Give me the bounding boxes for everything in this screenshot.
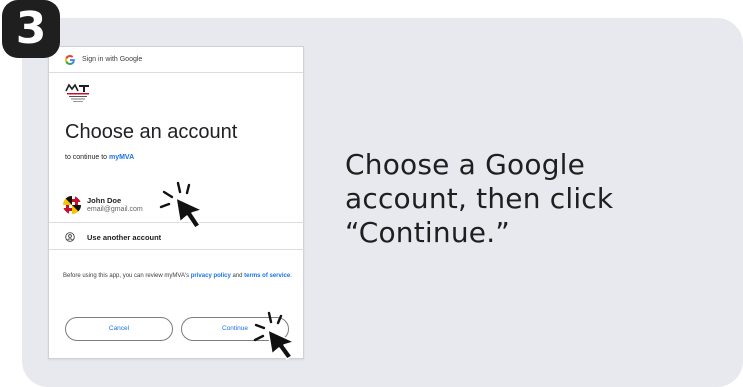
terms-of-service-link[interactable]: terms of service	[244, 273, 290, 279]
account-email: email@gmail.com	[87, 206, 143, 213]
dialog-subtitle: to continue to myMVA	[65, 154, 134, 161]
avatar	[63, 196, 81, 214]
step-number-badge: 3	[2, 0, 60, 58]
maryland-flag-avatar-icon	[63, 196, 81, 214]
legal-suffix: .	[290, 273, 292, 279]
account-name: John Doe	[87, 196, 122, 205]
cancel-button[interactable]: Cancel	[65, 317, 173, 341]
privacy-policy-link[interactable]: privacy policy	[191, 273, 231, 279]
google-g-icon	[65, 54, 75, 65]
click-cursor-icon	[159, 181, 203, 229]
instruction-text: Choose a Google account, then click “Con…	[345, 148, 614, 249]
click-cursor-icon	[253, 311, 295, 360]
dialog-header: Sign in with Google	[49, 47, 303, 73]
legal-prefix: Before using this app, you can review my…	[63, 273, 191, 279]
person-circle-icon	[65, 232, 75, 242]
dialog-title: Choose an account	[65, 121, 238, 143]
app-name-link[interactable]: myMVA	[109, 154, 134, 161]
mdot-mva-logo	[65, 83, 89, 102]
legal-notice: Before using this app, you can review my…	[63, 272, 295, 281]
legal-and: and	[230, 273, 243, 279]
subtitle-prefix: to continue to	[65, 154, 109, 161]
use-another-account-label: Use another account	[87, 233, 162, 242]
dialog-header-text: Sign in with Google	[82, 56, 143, 63]
